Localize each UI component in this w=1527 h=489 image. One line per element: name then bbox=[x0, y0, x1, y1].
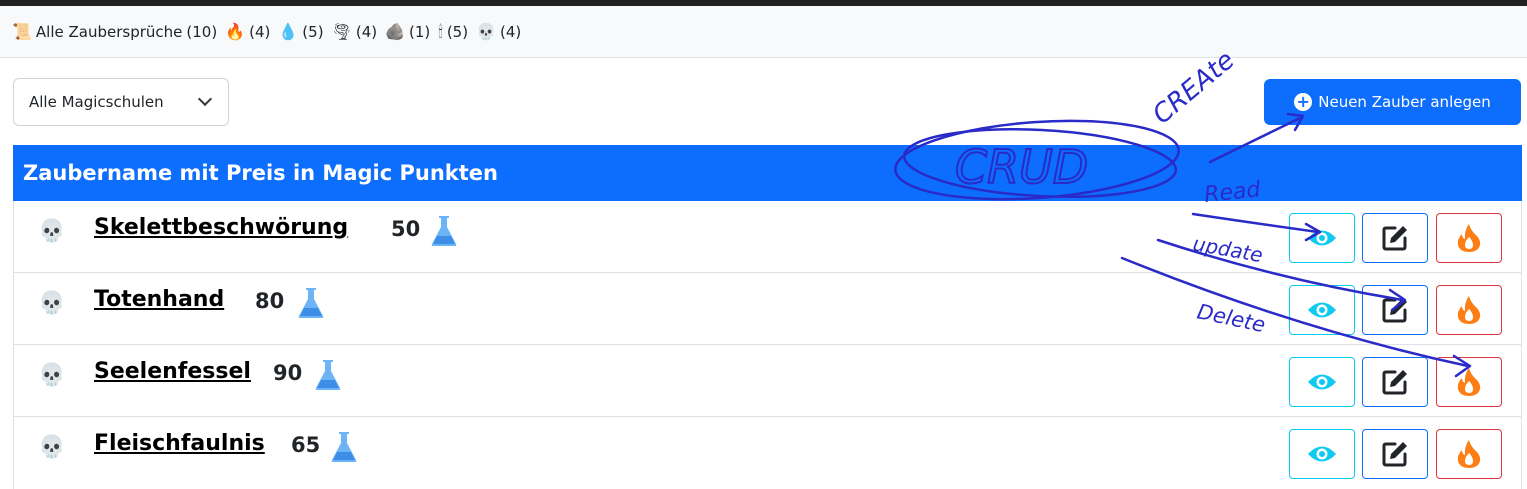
skull-icon: 💀 bbox=[38, 435, 66, 460]
chevron-down-icon bbox=[197, 91, 213, 107]
pencil-square-icon bbox=[1382, 298, 1407, 323]
table-row: 💀 Fleischfaulnis 65 bbox=[13, 417, 1522, 489]
rock-icon: 🪨 bbox=[385, 22, 406, 41]
table-header-title: Zaubername mit Preis in Magic Punkten bbox=[23, 161, 498, 185]
pencil-square-icon bbox=[1382, 442, 1407, 467]
filter-fire[interactable]: 🔥 (4) bbox=[225, 22, 270, 41]
skull-icon: 💀 bbox=[38, 363, 66, 388]
school-filter-bar: 📜 Alle Zaubersprüche (10) 🔥 (4) 💧 (5) 🌪 … bbox=[0, 6, 1527, 58]
view-button[interactable] bbox=[1289, 357, 1355, 407]
flask-icon bbox=[431, 216, 457, 246]
eye-icon bbox=[1308, 374, 1336, 390]
delete-button[interactable] bbox=[1436, 213, 1502, 263]
flask-icon bbox=[298, 288, 324, 318]
spell-price: 65 bbox=[291, 433, 321, 457]
fire-icon bbox=[1457, 440, 1481, 468]
pencil-square-icon bbox=[1382, 226, 1407, 251]
filter-count: (1) bbox=[409, 22, 431, 41]
edit-button[interactable] bbox=[1362, 213, 1428, 263]
eye-icon bbox=[1308, 230, 1336, 246]
edit-button[interactable] bbox=[1362, 285, 1428, 335]
scroll-icon: 📜 bbox=[12, 22, 32, 41]
filter-all[interactable]: 📜 Alle Zaubersprüche (10) bbox=[12, 22, 217, 41]
eye-icon bbox=[1308, 446, 1336, 462]
edit-button[interactable] bbox=[1362, 429, 1428, 479]
new-spell-button-label: Neuen Zauber anlegen bbox=[1318, 93, 1491, 111]
flask-icon bbox=[331, 432, 357, 462]
view-button[interactable] bbox=[1289, 429, 1355, 479]
spell-price: 90 bbox=[273, 361, 303, 385]
fire-icon bbox=[1457, 368, 1481, 396]
filter-water[interactable]: 💧 (5) bbox=[278, 22, 323, 41]
skull-icon: 💀 bbox=[38, 291, 66, 316]
filter-light[interactable]: 🕯 (5) bbox=[438, 22, 468, 42]
filter-all-label: Alle Zaubersprüche bbox=[35, 22, 183, 41]
tornado-icon: 🌪 bbox=[331, 22, 352, 41]
table-row: 💀 Seelenfessel 90 bbox=[13, 345, 1522, 417]
magic-school-select-value: Alle Magicschulen bbox=[29, 93, 164, 111]
candle-icon: 🕯 bbox=[438, 21, 443, 41]
magic-school-select[interactable]: Alle Magicschulen bbox=[13, 78, 229, 126]
spell-name-link[interactable]: Fleischfaulnis bbox=[94, 431, 265, 456]
pencil-square-icon bbox=[1382, 370, 1407, 395]
filter-count: (10) bbox=[186, 22, 218, 41]
table-header: Zaubername mit Preis in Magic Punkten bbox=[13, 145, 1522, 201]
spell-name-link[interactable]: Seelenfessel bbox=[94, 359, 251, 384]
water-drop-icon: 💧 bbox=[278, 22, 299, 41]
fire-icon bbox=[1457, 224, 1481, 252]
spell-price: 80 bbox=[255, 289, 285, 313]
new-spell-button[interactable]: + Neuen Zauber anlegen bbox=[1264, 79, 1521, 125]
delete-button[interactable] bbox=[1436, 357, 1502, 407]
table-row: 💀 Skelettbeschwörung 50 bbox=[13, 201, 1522, 273]
filter-count: (4) bbox=[355, 22, 378, 41]
delete-button[interactable] bbox=[1436, 285, 1502, 335]
create-label: CREAte bbox=[1147, 45, 1240, 130]
fire-icon bbox=[1457, 296, 1481, 324]
filter-count: (4) bbox=[500, 22, 522, 41]
skull-icon: 💀 bbox=[476, 22, 496, 41]
delete-button[interactable] bbox=[1436, 429, 1502, 479]
spell-name-link[interactable]: Skelettbeschwörung bbox=[94, 215, 348, 240]
filter-count: (4) bbox=[249, 22, 271, 41]
plus-circle-icon: + bbox=[1294, 93, 1313, 111]
filter-count: (5) bbox=[446, 22, 469, 41]
view-button[interactable] bbox=[1289, 213, 1355, 263]
view-button[interactable] bbox=[1289, 285, 1355, 335]
table-row: 💀 Totenhand 80 bbox=[13, 273, 1522, 345]
skull-icon: 💀 bbox=[38, 219, 66, 244]
flask-icon bbox=[315, 360, 341, 390]
filter-air[interactable]: 🌪 (4) bbox=[332, 22, 378, 41]
filter-earth[interactable]: 🪨 (1) bbox=[385, 22, 430, 41]
eye-icon bbox=[1308, 302, 1336, 318]
edit-button[interactable] bbox=[1362, 357, 1428, 407]
filter-count: (5) bbox=[302, 22, 324, 41]
spell-price: 50 bbox=[391, 217, 421, 241]
fire-icon: 🔥 bbox=[225, 22, 246, 41]
filter-death[interactable]: 💀 (4) bbox=[476, 22, 521, 41]
spell-name-link[interactable]: Totenhand bbox=[94, 287, 224, 312]
